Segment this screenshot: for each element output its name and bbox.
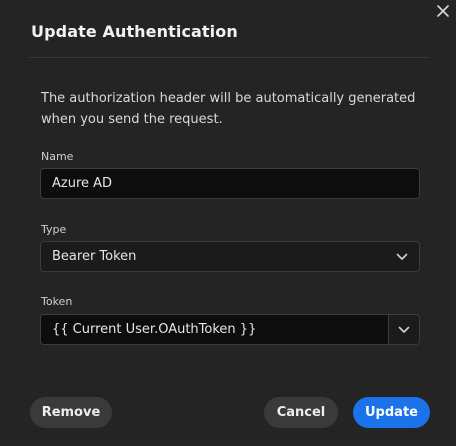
type-label: Type (41, 223, 67, 236)
title-divider (29, 57, 429, 58)
close-icon (437, 5, 449, 17)
type-select[interactable]: Bearer Token (40, 241, 420, 272)
token-combobox: {{ Current User.OAuthToken }} (40, 314, 420, 345)
update-authentication-dialog: Update Authentication The authorization … (0, 0, 456, 446)
cancel-button[interactable]: Cancel (264, 397, 338, 428)
name-label: Name (41, 150, 74, 163)
close-button[interactable] (430, 0, 456, 22)
token-input[interactable]: {{ Current User.OAuthToken }} (41, 315, 388, 344)
chevron-down-icon (396, 253, 408, 261)
token-dropdown-button[interactable] (388, 315, 419, 344)
token-label: Token (41, 295, 73, 308)
dialog-description: The authorization header will be automat… (41, 91, 416, 127)
type-select-value: Bearer Token (52, 249, 137, 264)
chevron-down-icon (398, 326, 410, 333)
update-button[interactable]: Update (353, 397, 430, 428)
name-input[interactable] (40, 168, 420, 199)
remove-button[interactable]: Remove (30, 397, 112, 428)
dialog-title: Update Authentication (31, 22, 238, 41)
